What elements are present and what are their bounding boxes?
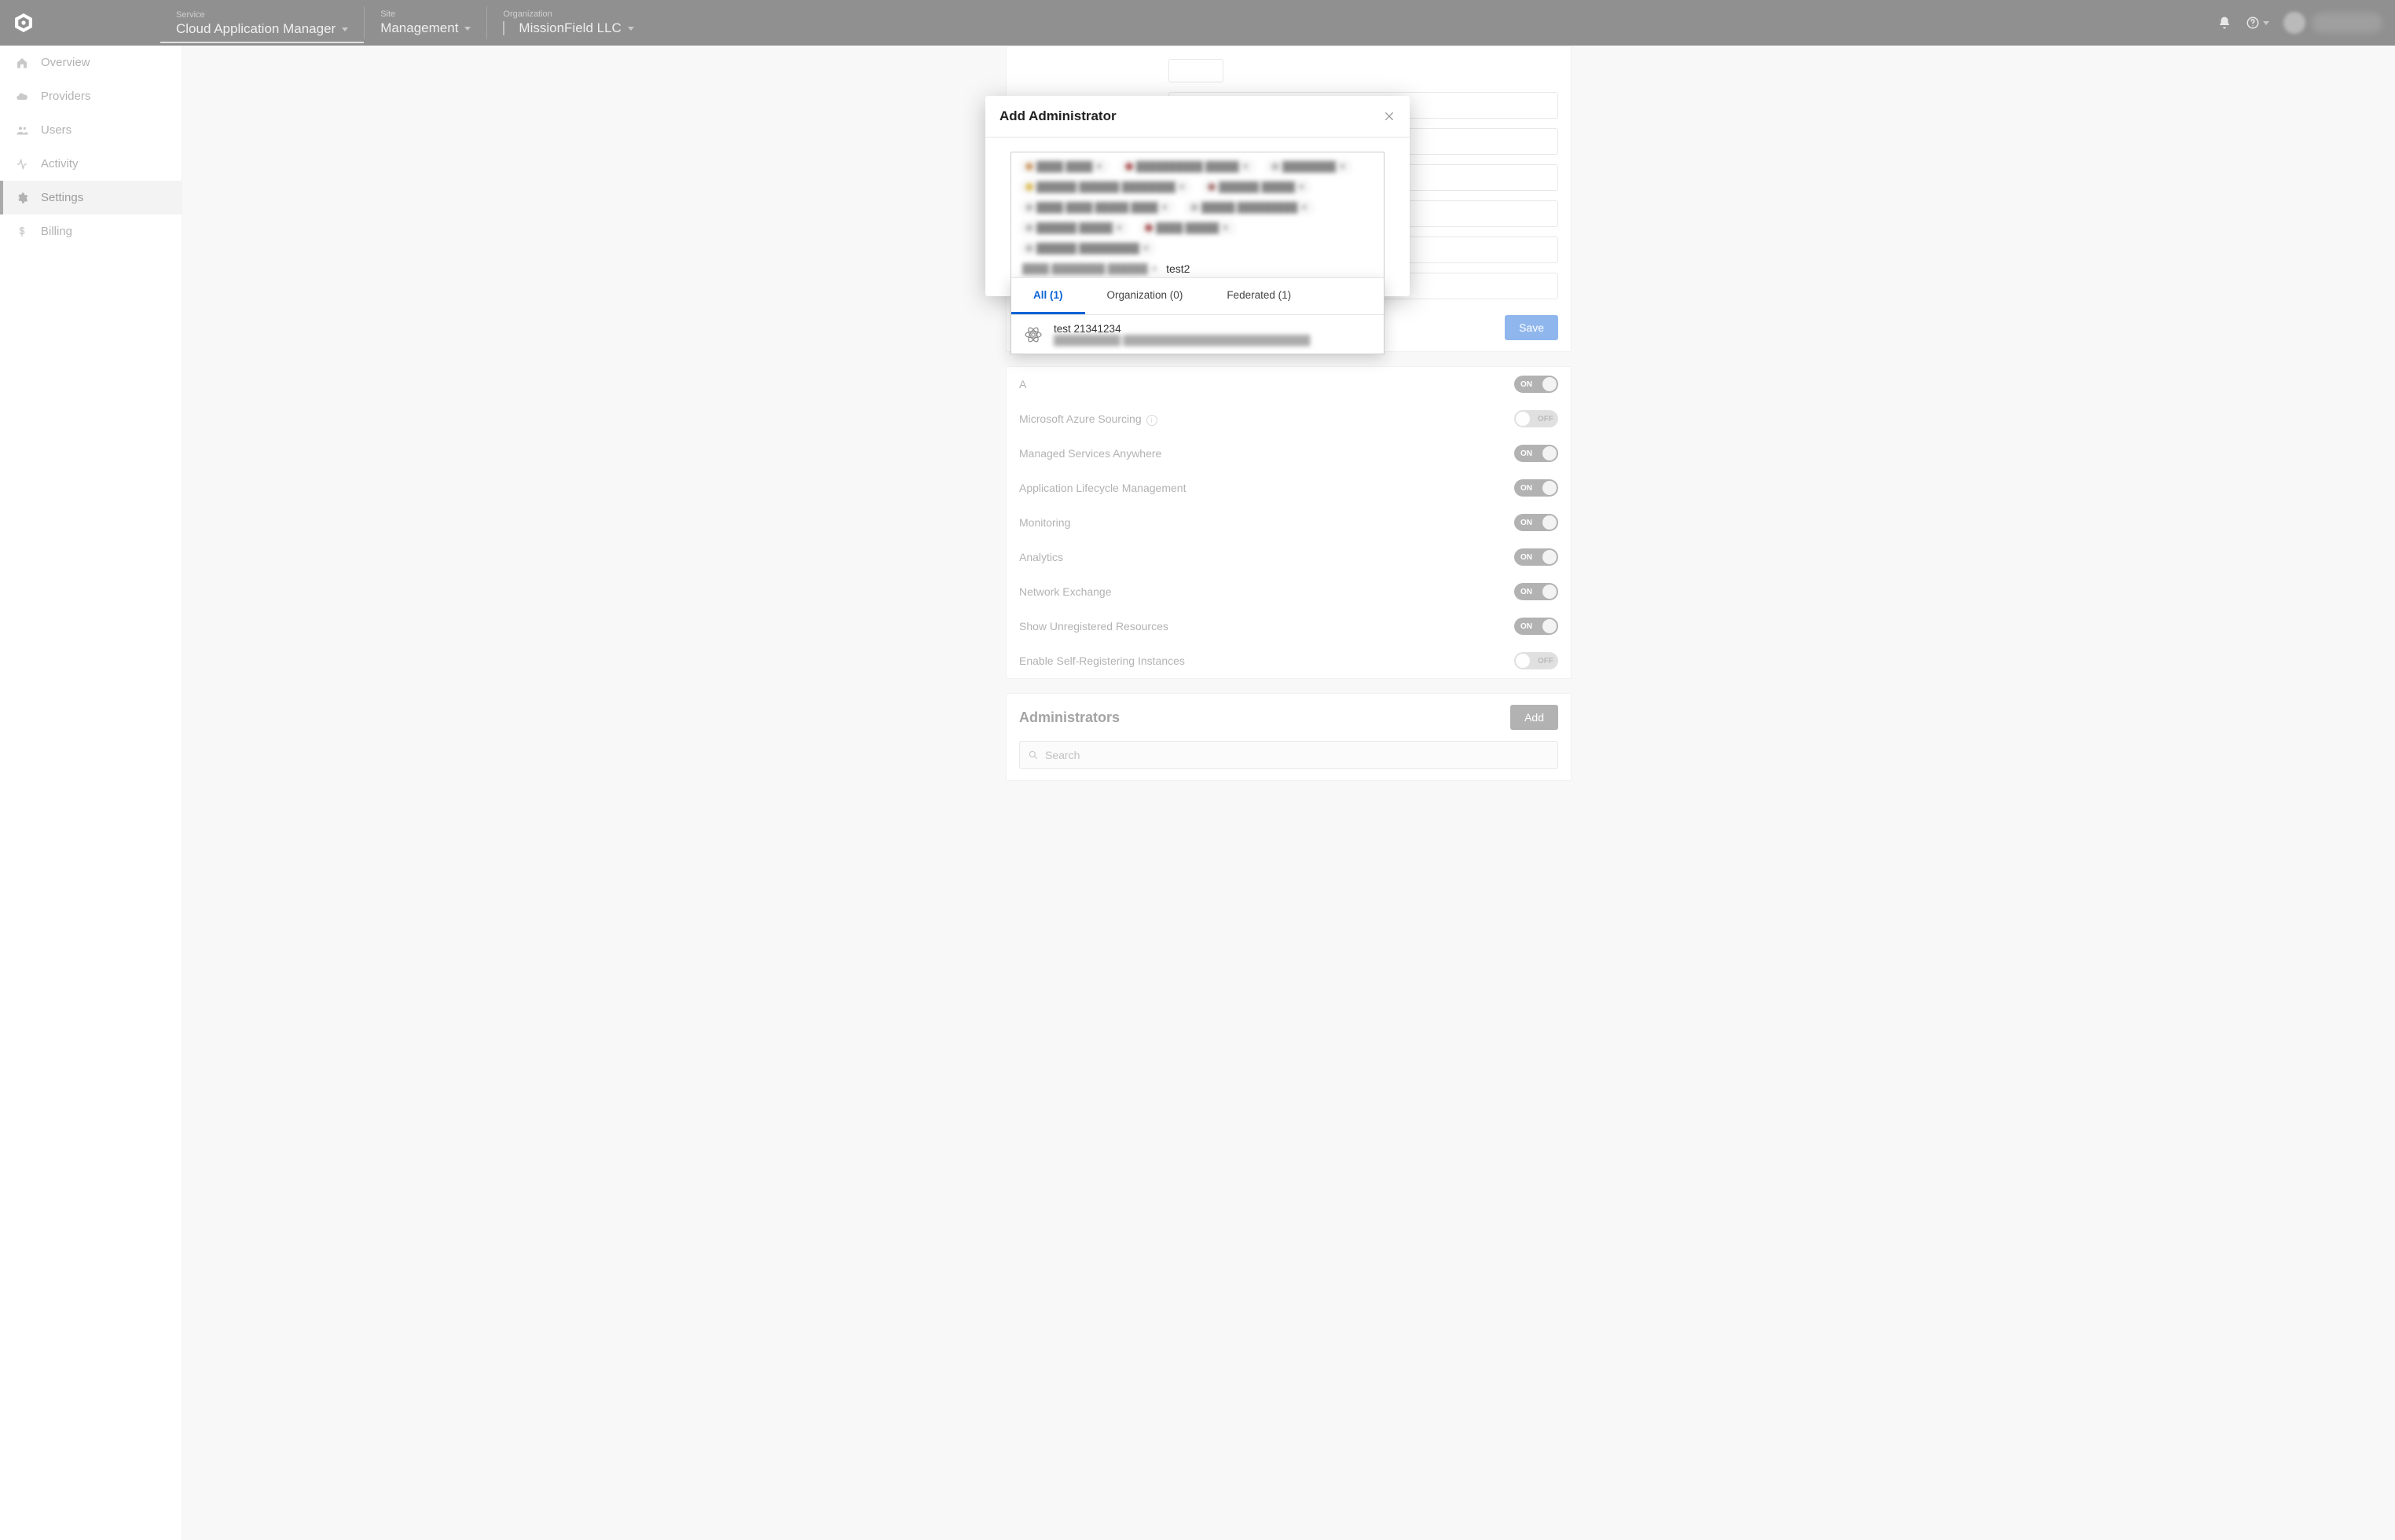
autocomplete-dropdown: All (1)Organization (0)Federated (1) tes… (1010, 277, 1385, 354)
result-avatar-icon (1022, 324, 1044, 346)
admin-token-input[interactable]: ████ ████ ✕ ██████████ █████ ✕ ████████ … (1010, 152, 1385, 279)
autocomplete-result[interactable]: test 21341234 ██████████ ███████████████… (1011, 315, 1384, 354)
result-subtext-blurred: ██████████ ████████████████████████████ (1054, 335, 1310, 346)
autocomplete-tab[interactable]: Federated (1) (1205, 278, 1313, 314)
autocomplete-tab[interactable]: Organization (0) (1085, 278, 1205, 314)
result-name: test 21341234 (1054, 323, 1310, 335)
add-administrator-modal: Add Administrator ████ ████ ✕ ██████████… (985, 96, 1410, 296)
admin-typeahead-input[interactable] (1166, 262, 1376, 275)
autocomplete-tab[interactable]: All (1) (1011, 278, 1085, 314)
close-icon[interactable] (1383, 110, 1396, 123)
modal-title: Add Administrator (999, 108, 1117, 124)
